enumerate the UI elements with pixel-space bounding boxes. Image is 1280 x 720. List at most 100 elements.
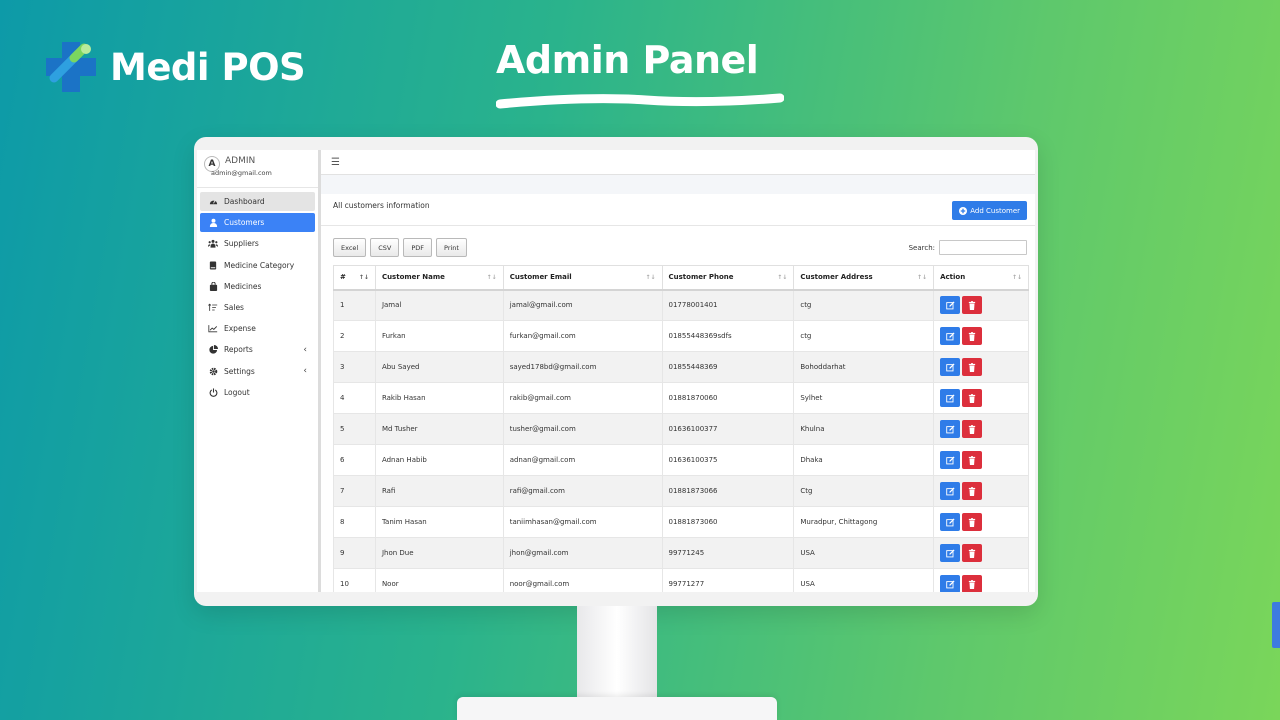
delete-button[interactable] bbox=[962, 544, 983, 562]
delete-button[interactable] bbox=[962, 482, 983, 500]
table-cell: noor@gmail.com bbox=[502, 568, 663, 592]
edit-icon bbox=[945, 517, 955, 526]
table-cell: 9 bbox=[333, 537, 376, 569]
column-header[interactable]: Customer Phone ↑↓ bbox=[661, 265, 795, 291]
table-cell: Md Tusher bbox=[374, 413, 504, 445]
monitor-frame: A ADMIN admin@gmail.com Dashboard Custome… bbox=[194, 137, 1038, 606]
edit-button[interactable] bbox=[940, 482, 961, 500]
action-cell bbox=[933, 289, 1029, 321]
trash-icon bbox=[968, 424, 976, 434]
brand-name: Medi POS bbox=[110, 45, 306, 89]
export-buttons: Excel CSV PDF Print bbox=[333, 238, 467, 257]
table-cell: 8 bbox=[333, 506, 376, 538]
table-cell: Rafi bbox=[374, 475, 504, 507]
table-cell: 6 bbox=[333, 444, 376, 476]
users-icon bbox=[208, 239, 218, 249]
table-cell: Rakib Hasan bbox=[374, 382, 504, 414]
trash-icon bbox=[968, 362, 976, 372]
hamburger-menu-icon[interactable]: ☰ bbox=[331, 157, 340, 168]
sidebar-item-label: Expense bbox=[224, 324, 256, 334]
edit-button[interactable] bbox=[940, 451, 961, 469]
sidebar-item-suppliers[interactable]: Suppliers bbox=[200, 234, 315, 253]
delete-button[interactable] bbox=[962, 296, 983, 315]
sidebar-item-customers[interactable]: Customers bbox=[200, 213, 315, 233]
table-row: 6 Adnan Habib adnan@gmail.com 01636100375 Dh… bbox=[333, 444, 1029, 476]
delete-button[interactable] bbox=[962, 358, 983, 376]
table-cell: jhon@gmail.com bbox=[502, 537, 663, 569]
edit-button[interactable] bbox=[940, 296, 961, 315]
search-input[interactable] bbox=[939, 240, 1027, 255]
topbar: ☰ bbox=[321, 150, 1035, 175]
edit-button[interactable] bbox=[940, 327, 961, 345]
sidebar-item-reports[interactable]: Reports ‹ bbox=[200, 340, 315, 359]
sidebar-item-label: Customers bbox=[224, 218, 265, 228]
sidebar-item-expense[interactable]: Expense bbox=[200, 319, 315, 338]
column-header-label: # bbox=[340, 273, 346, 282]
action-cell bbox=[933, 320, 1029, 352]
export-excel-button[interactable]: Excel bbox=[333, 238, 367, 257]
sort-icon bbox=[208, 302, 218, 312]
action-cell bbox=[933, 506, 1029, 538]
table-cell: rakib@gmail.com bbox=[502, 382, 663, 414]
table-cell: 5 bbox=[333, 413, 376, 445]
monitor-stand-base bbox=[457, 697, 777, 720]
sidebar-item-sales[interactable]: Sales bbox=[200, 298, 315, 317]
table-cell: Muradpur, Chittagong bbox=[793, 506, 935, 538]
column-header-label: Action bbox=[940, 273, 966, 282]
table-cell: furkan@gmail.com bbox=[502, 320, 663, 352]
edge-tab[interactable] bbox=[1272, 602, 1280, 648]
user-profile[interactable]: A ADMIN admin@gmail.com bbox=[197, 152, 318, 188]
column-header[interactable]: # ↑↓ bbox=[333, 265, 376, 291]
column-header-label: Customer Address bbox=[800, 273, 873, 282]
card-title: All customers information bbox=[333, 201, 430, 210]
column-header[interactable]: Customer Name ↑↓ bbox=[374, 265, 504, 291]
delete-button[interactable] bbox=[962, 327, 983, 345]
sidebar-item-dashboard[interactable]: Dashboard bbox=[200, 192, 315, 211]
plus-circle-icon bbox=[959, 206, 968, 215]
export-pdf-button[interactable]: PDF bbox=[403, 238, 433, 257]
page-headline: Admin Panel bbox=[496, 38, 759, 82]
table-cell: Jamal bbox=[374, 289, 504, 321]
export-print-button[interactable]: Print bbox=[436, 238, 467, 257]
column-header[interactable]: Action ↑↓ bbox=[933, 265, 1029, 291]
edit-button[interactable] bbox=[940, 420, 961, 438]
edit-button[interactable] bbox=[940, 513, 961, 531]
table-cell: Dhaka bbox=[793, 444, 935, 476]
table-cell: adnan@gmail.com bbox=[502, 444, 663, 476]
sidebar-item-settings[interactable]: Settings ‹ bbox=[200, 362, 315, 381]
delete-button[interactable] bbox=[962, 389, 983, 407]
edit-button[interactable] bbox=[940, 389, 961, 407]
column-header[interactable]: Customer Address ↑↓ bbox=[793, 265, 935, 291]
sidebar-item-medicines[interactable]: Medicines bbox=[200, 277, 315, 296]
edit-button[interactable] bbox=[940, 544, 961, 562]
delete-button[interactable] bbox=[962, 575, 983, 592]
export-csv-button[interactable]: CSV bbox=[370, 238, 400, 257]
delete-button[interactable] bbox=[962, 513, 983, 531]
edit-button[interactable] bbox=[940, 358, 961, 376]
action-cell bbox=[933, 351, 1029, 383]
delete-button[interactable] bbox=[962, 451, 983, 469]
trash-icon bbox=[968, 455, 976, 465]
table-cell: USA bbox=[793, 537, 935, 569]
customers-table: # ↑↓ Customer Name ↑↓ Customer Email ↑↓ Custom… bbox=[333, 265, 1029, 592]
monitor-stand-neck bbox=[577, 606, 657, 700]
trash-icon bbox=[968, 548, 976, 558]
sidebar-item-label: Logout bbox=[224, 387, 250, 397]
table-header-row: # ↑↓ Customer Name ↑↓ Customer Email ↑↓ Custom… bbox=[333, 265, 1029, 291]
edit-icon bbox=[945, 424, 955, 433]
table-cell: 01881873060 bbox=[661, 506, 795, 538]
edit-button[interactable] bbox=[940, 575, 961, 592]
column-header[interactable]: Customer Email ↑↓ bbox=[502, 265, 663, 291]
sidebar-item-medicine-category[interactable]: Medicine Category bbox=[200, 256, 315, 275]
table-cell: 4 bbox=[333, 382, 376, 414]
trash-icon bbox=[968, 486, 976, 496]
customers-card: All customers information Add Customer E… bbox=[321, 194, 1035, 592]
action-cell bbox=[933, 537, 1029, 569]
sidebar-item-logout[interactable]: Logout bbox=[200, 383, 315, 402]
edit-icon bbox=[945, 362, 955, 371]
table-cell: 99771245 bbox=[661, 537, 795, 569]
add-customer-label: Add Customer bbox=[970, 206, 1020, 215]
delete-button[interactable] bbox=[962, 420, 983, 438]
add-customer-button[interactable]: Add Customer bbox=[952, 201, 1027, 220]
table-cell: tusher@gmail.com bbox=[502, 413, 663, 445]
